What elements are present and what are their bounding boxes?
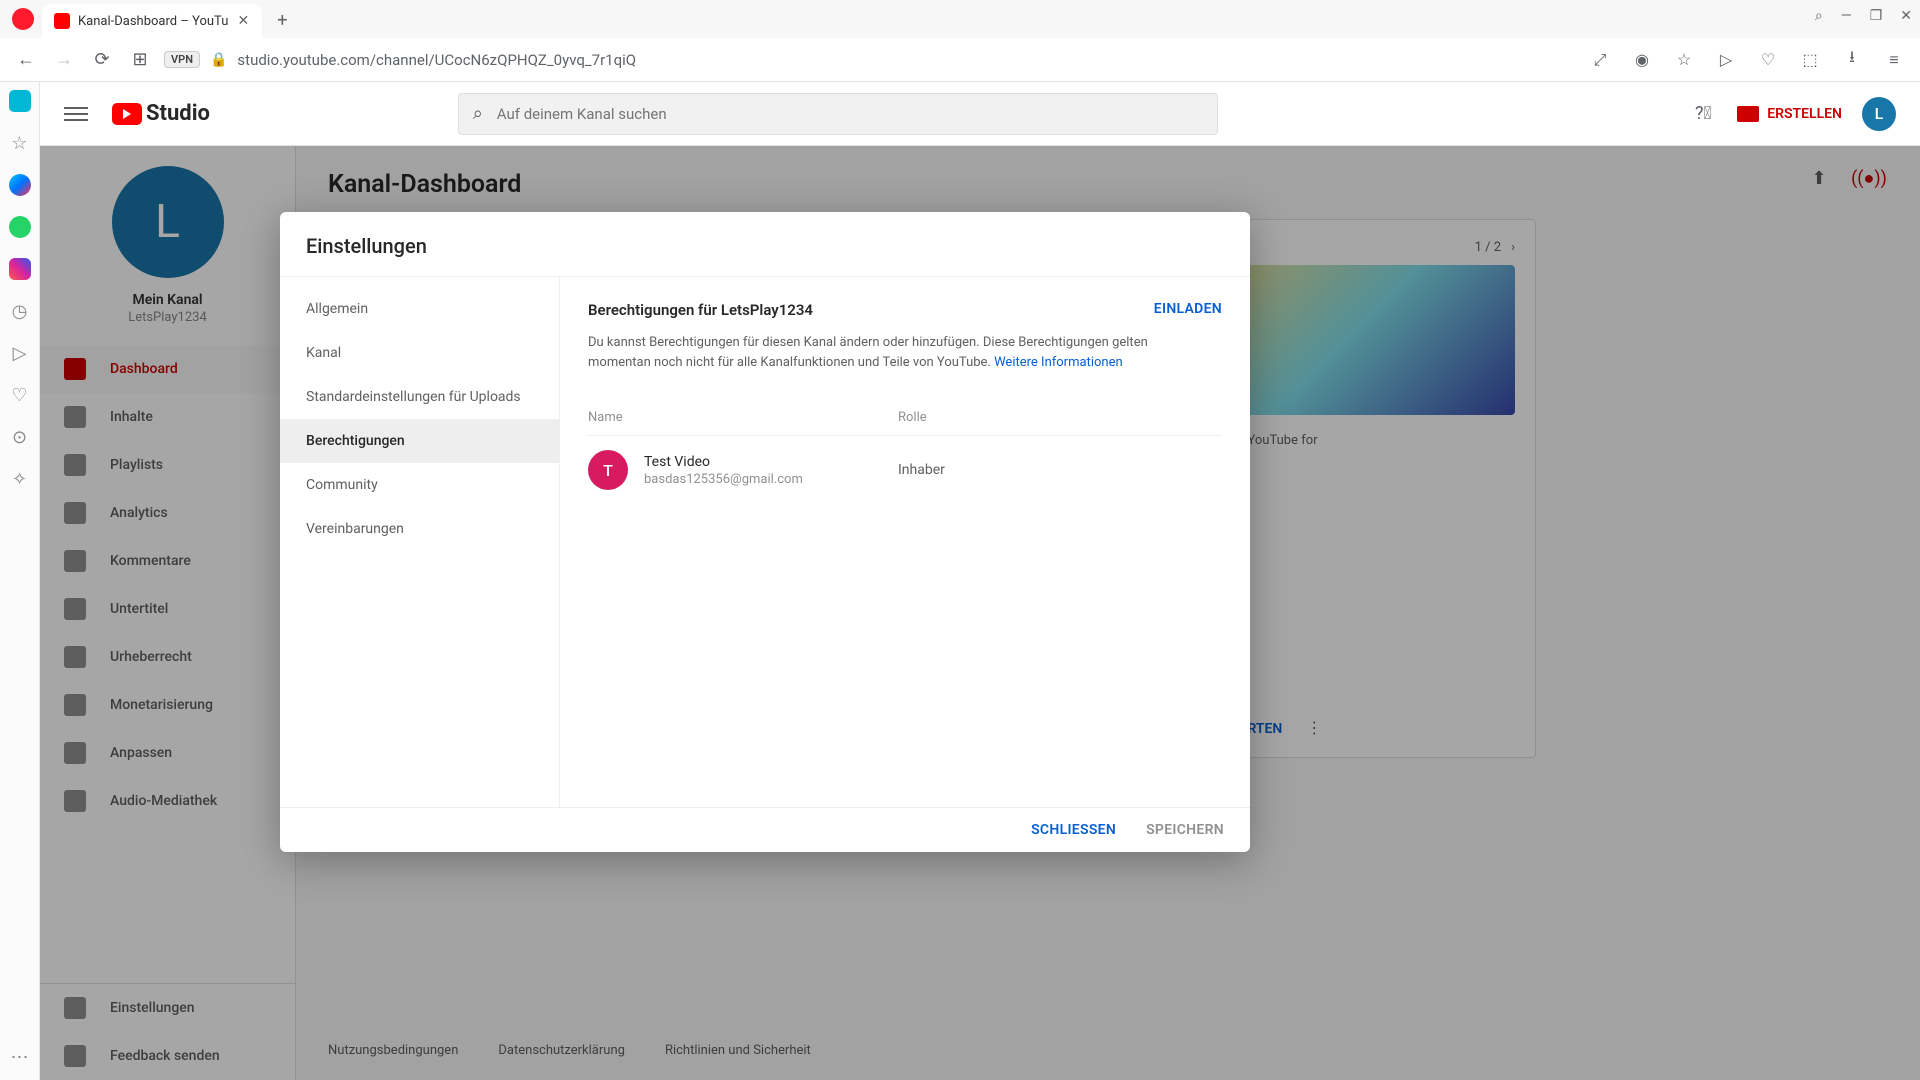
- bookmarks-icon[interactable]: ☆: [9, 132, 31, 154]
- tips-icon[interactable]: ✧: [9, 468, 31, 490]
- app-header: Studio ⌕ ?⃝ ERSTELLEN L: [40, 82, 1920, 146]
- help-icon[interactable]: ?⃝: [1689, 100, 1717, 128]
- browser-toolbar: ← → ⟳ ⊞ VPN 🔒 studio.youtube.com/channel…: [0, 38, 1920, 82]
- table-header: Name Rolle: [588, 410, 1222, 436]
- hamburger-button[interactable]: [64, 102, 88, 126]
- play-icon[interactable]: ▷: [9, 342, 31, 364]
- browser-tab-bar: Kanal-Dashboard – YouTu ✕ + ⌕ — ❐ ✕: [0, 0, 1920, 38]
- vpn-badge[interactable]: VPN: [164, 51, 200, 68]
- more-icon[interactable]: ⋯: [9, 1046, 31, 1068]
- modal-title: Einstellungen: [280, 212, 1250, 277]
- download-icon[interactable]: ⭳: [1838, 46, 1866, 74]
- forward-button[interactable]: →: [50, 46, 78, 74]
- new-tab-button[interactable]: +: [268, 6, 296, 34]
- invite-button[interactable]: EINLADEN: [1154, 301, 1222, 317]
- modal-footer: SCHLIESSEN SPEICHERN: [280, 807, 1250, 852]
- clock-icon[interactable]: ◷: [9, 300, 31, 322]
- account-avatar[interactable]: L: [1862, 97, 1896, 131]
- modal-nav-channel[interactable]: Kanal: [280, 331, 559, 375]
- screenshot-icon[interactable]: ⤢: [1586, 46, 1614, 74]
- studio-logo[interactable]: Studio: [112, 101, 210, 126]
- modal-content: Berechtigungen für LetsPlay1234 EINLADEN…: [560, 277, 1250, 807]
- col-role-header: Rolle: [898, 410, 1222, 425]
- studio-logo-text: Studio: [146, 101, 210, 126]
- youtube-icon: [112, 103, 142, 125]
- messenger-icon[interactable]: [9, 174, 31, 196]
- heart-sidebar-icon[interactable]: ♡: [9, 384, 31, 406]
- home-icon[interactable]: [9, 90, 31, 112]
- speed-dial-icon[interactable]: ⊞: [126, 46, 154, 74]
- opera-sidebar: ☆ ◷ ▷ ♡ ⊙ ✧ ⋯: [0, 82, 40, 1080]
- window-controls: ⌕ — ❐ ✕: [1815, 8, 1912, 24]
- col-name-header: Name: [588, 410, 898, 425]
- close-window-icon[interactable]: ✕: [1900, 8, 1912, 24]
- maximize-icon[interactable]: ❐: [1870, 8, 1883, 24]
- modal-nav-general[interactable]: Allgemein: [280, 287, 559, 331]
- create-label: ERSTELLEN: [1767, 106, 1842, 122]
- search-input[interactable]: [497, 105, 1203, 123]
- tab-favicon-icon: [54, 13, 70, 29]
- app-container: Studio ⌕ ?⃝ ERSTELLEN L L Mein Kanal Let…: [40, 82, 1920, 1080]
- camera-icon[interactable]: ◉: [1628, 46, 1656, 74]
- browser-tab[interactable]: Kanal-Dashboard – YouTu ✕: [42, 4, 262, 38]
- search-icon: ⌕: [473, 103, 483, 124]
- lock-icon[interactable]: 🔒: [210, 52, 227, 68]
- opera-logo-icon[interactable]: [12, 8, 34, 30]
- search-box[interactable]: ⌕: [458, 93, 1218, 135]
- minimize-icon[interactable]: —: [1841, 8, 1852, 24]
- learn-more-link[interactable]: Weitere Informationen: [994, 355, 1123, 370]
- url-text[interactable]: studio.youtube.com/channel/UCocN6zQPHQZ_…: [237, 51, 1576, 69]
- menu-icon[interactable]: ≡: [1880, 46, 1908, 74]
- permissions-title: Berechtigungen für LetsPlay1234: [588, 301, 813, 319]
- tab-close-icon[interactable]: ✕: [236, 14, 250, 28]
- tab-title: Kanal-Dashboard – YouTu: [78, 14, 228, 29]
- send-icon[interactable]: ▷: [1712, 46, 1740, 74]
- user-name: Test Video: [644, 454, 898, 470]
- cube-icon[interactable]: ⬚: [1796, 46, 1824, 74]
- back-button[interactable]: ←: [12, 46, 40, 74]
- whatsapp-icon[interactable]: [9, 216, 31, 238]
- reload-button[interactable]: ⟳: [88, 46, 116, 74]
- camera-create-icon: [1737, 106, 1759, 122]
- settings-modal: Einstellungen Allgemein Kanal Standardei…: [280, 212, 1250, 852]
- permissions-description: Du kannst Berechtigungen für diesen Kana…: [588, 333, 1148, 372]
- user-avatar: T: [588, 450, 628, 490]
- instagram-icon[interactable]: [9, 258, 31, 280]
- save-button[interactable]: SPEICHERN: [1146, 822, 1224, 838]
- bookmark-icon[interactable]: ☆: [1670, 46, 1698, 74]
- modal-nav-agreements[interactable]: Vereinbarungen: [280, 507, 559, 551]
- heart-icon[interactable]: ♡: [1754, 46, 1782, 74]
- create-button[interactable]: ERSTELLEN: [1737, 106, 1842, 122]
- close-button[interactable]: SCHLIESSEN: [1031, 822, 1116, 838]
- user-email: basdas125356@gmail.com: [644, 472, 898, 487]
- modal-nav-community[interactable]: Community: [280, 463, 559, 507]
- user-role: Inhaber: [898, 462, 945, 478]
- modal-nav: Allgemein Kanal Standardeinstellungen fü…: [280, 277, 560, 807]
- modal-nav-upload-defaults[interactable]: Standardeinstellungen für Uploads: [280, 375, 559, 419]
- history-icon[interactable]: ⊙: [9, 426, 31, 448]
- table-row: T Test Video basdas125356@gmail.com Inha…: [588, 436, 1222, 504]
- search-browser-icon[interactable]: ⌕: [1815, 8, 1823, 24]
- modal-nav-permissions[interactable]: Berechtigungen: [280, 419, 559, 463]
